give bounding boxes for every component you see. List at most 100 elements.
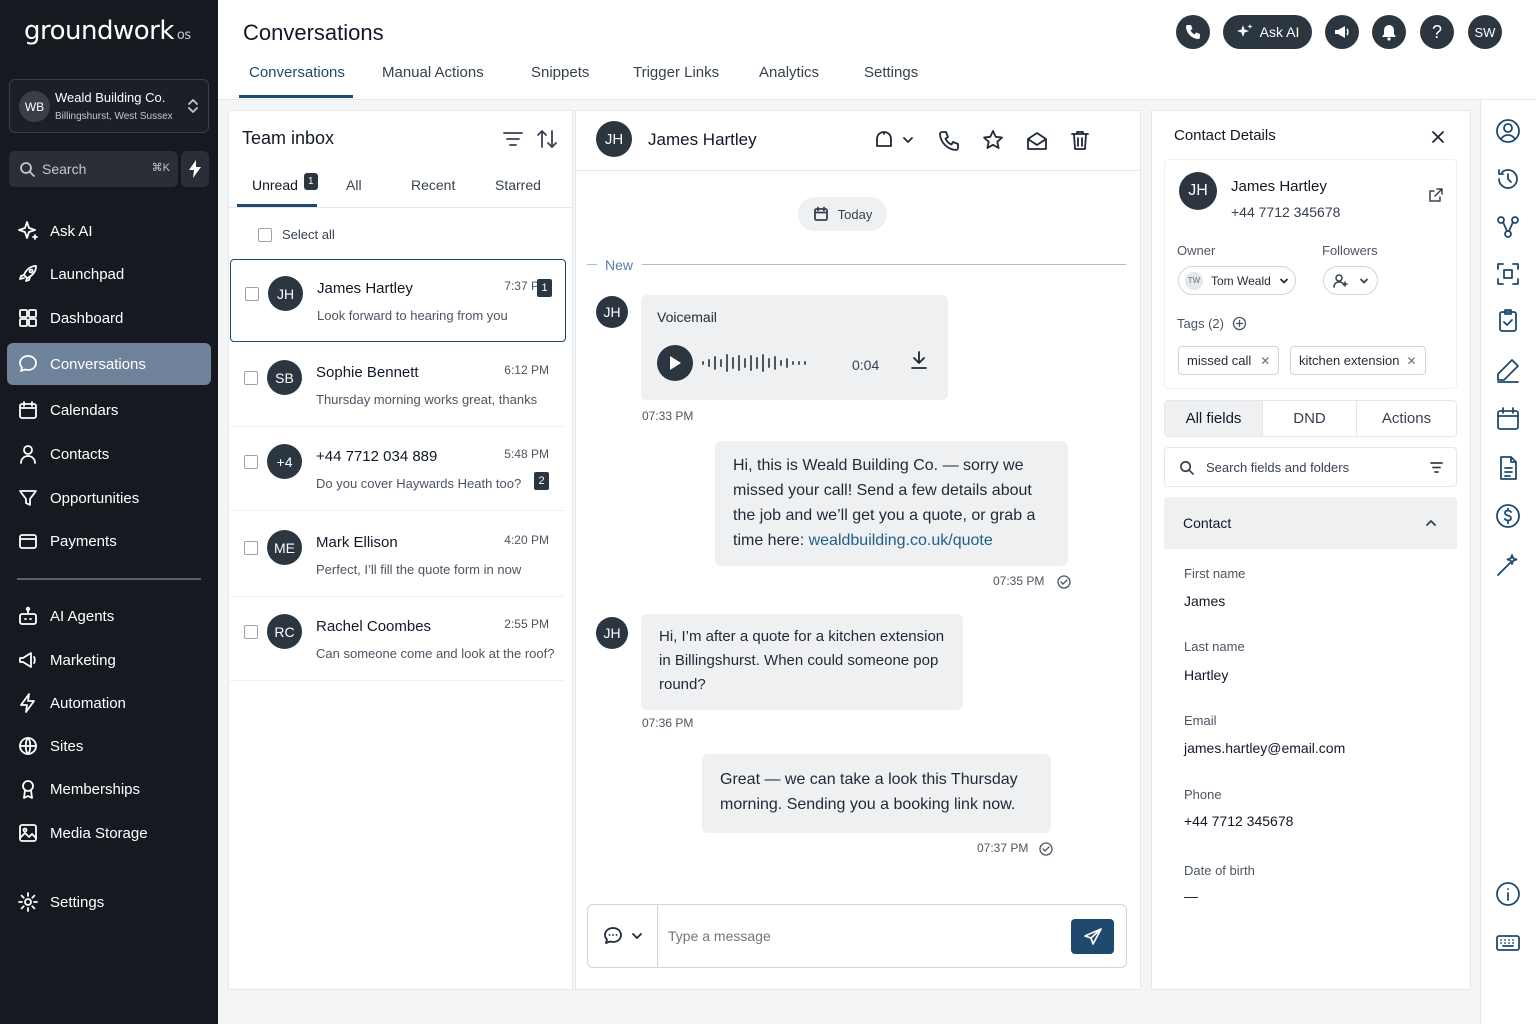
filter-tab-recent[interactable]: Recent: [411, 177, 455, 193]
nav-calendars[interactable]: Calendars: [7, 389, 211, 431]
send-button[interactable]: [1071, 919, 1114, 954]
pen-icon[interactable]: [1495, 357, 1521, 383]
nav-dashboard[interactable]: Dashboard: [7, 297, 211, 339]
calendar-icon[interactable]: [1495, 406, 1521, 432]
field-value[interactable]: james.hartley@email.com: [1184, 740, 1345, 756]
document-icon[interactable]: [1495, 455, 1521, 481]
tags-header: Tags (2): [1177, 316, 1247, 331]
tab-manual-actions[interactable]: Manual Actions: [382, 64, 484, 81]
scan-icon[interactable]: [1495, 261, 1521, 287]
nav-opportunities[interactable]: Opportunities: [7, 477, 211, 519]
help-button[interactable]: ?: [1420, 15, 1454, 49]
keyboard-icon[interactable]: [1495, 930, 1521, 956]
tab-settings[interactable]: Settings: [864, 64, 918, 81]
assign-button[interactable]: [872, 128, 914, 152]
filter-tab-starred[interactable]: Starred: [495, 177, 541, 193]
filter-icon[interactable]: [502, 129, 524, 149]
select-all-checkbox[interactable]: [258, 227, 272, 242]
mail-open-icon[interactable]: [1026, 130, 1048, 152]
announcements-button[interactable]: [1325, 15, 1359, 49]
field-value[interactable]: James: [1184, 593, 1225, 609]
select-all[interactable]: Select all: [258, 227, 335, 242]
download-icon[interactable]: [909, 350, 929, 370]
tab-snippets[interactable]: Snippets: [531, 64, 589, 81]
nav-memberships[interactable]: Memberships: [7, 768, 211, 810]
workflow-icon[interactable]: [1495, 214, 1521, 240]
medal-icon: [22, 780, 34, 799]
star-icon[interactable]: [982, 129, 1004, 151]
channel-selector[interactable]: [588, 905, 658, 967]
fields-search[interactable]: Search fields and folders: [1164, 447, 1457, 487]
play-button[interactable]: [657, 345, 693, 381]
nav-label: Calendars: [50, 401, 119, 419]
phone-button[interactable]: [1176, 15, 1210, 49]
nav-contacts[interactable]: Contacts: [7, 433, 211, 475]
nav-ai-agents[interactable]: AI Agents: [7, 595, 211, 637]
nav-automation[interactable]: Automation: [7, 682, 211, 724]
phone-icon[interactable]: [938, 130, 960, 152]
history-icon[interactable]: [1495, 166, 1521, 192]
tab-trigger-links[interactable]: Trigger Links: [633, 64, 719, 81]
field-value[interactable]: Hartley: [1184, 667, 1228, 683]
conversation-checkbox[interactable]: [245, 287, 259, 301]
select-all-label: Select all: [282, 227, 335, 242]
owner-select[interactable]: TW Tom Weald: [1178, 266, 1296, 295]
conversation-item[interactable]: +4 +44 7712 034 889 Do you cover Hayward…: [230, 428, 565, 511]
info-icon[interactable]: [1495, 881, 1521, 907]
conversation-checkbox[interactable]: [244, 455, 258, 469]
conversation-item[interactable]: ME Mark Ellison Perfect, I’ll fill the q…: [230, 514, 565, 597]
nav-ask-ai[interactable]: Ask AI: [7, 210, 211, 252]
conversation-checkbox[interactable]: [244, 541, 258, 555]
nav-media-storage[interactable]: Media Storage: [7, 812, 211, 854]
trash-icon[interactable]: [1069, 129, 1091, 151]
field-value[interactable]: —: [1184, 888, 1198, 904]
conversation-item[interactable]: JH James Hartley Look forward to hearing…: [230, 259, 566, 342]
filter-tab-unread[interactable]: Unread 1: [252, 173, 318, 196]
magic-wand-icon[interactable]: [1495, 552, 1521, 578]
conversation-checkbox[interactable]: [244, 625, 258, 639]
logo[interactable]: groundwork os: [24, 16, 191, 46]
ask-ai-button[interactable]: Ask AI: [1223, 15, 1312, 49]
sidebar-search[interactable]: Search ⌘K: [9, 151, 178, 187]
conversation-item[interactable]: RC Rachel Coombes Can someone come and l…: [230, 598, 565, 681]
conversation-checkbox[interactable]: [244, 371, 258, 385]
user-avatar[interactable]: SW: [1468, 15, 1502, 49]
conversation-preview: Can someone come and look at the roof?: [316, 646, 555, 661]
section-header[interactable]: Contact: [1164, 497, 1457, 549]
avatar: JH: [1179, 172, 1217, 210]
nav-conversations[interactable]: Conversations: [7, 343, 211, 385]
remove-tag-icon[interactable]: ✕: [1406, 354, 1416, 368]
notifications-button[interactable]: [1372, 15, 1406, 49]
chat-contact-name[interactable]: James Hartley: [648, 130, 757, 150]
message-link[interactable]: wealdbuilding.co.uk/quote: [809, 532, 993, 549]
quick-actions-button[interactable]: [181, 151, 209, 187]
remove-tag-icon[interactable]: ✕: [1260, 354, 1270, 368]
tab-conversations[interactable]: Conversations: [249, 64, 345, 81]
external-link-icon[interactable]: [1428, 187, 1444, 203]
tab-all-fields[interactable]: All fields: [1165, 401, 1263, 436]
filter-tab-all[interactable]: All: [346, 177, 362, 193]
tag-chip[interactable]: kitchen extension ✕: [1290, 346, 1426, 375]
user-circle-icon[interactable]: [1495, 118, 1521, 144]
followers-select[interactable]: [1323, 266, 1378, 295]
close-icon[interactable]: [1431, 130, 1445, 144]
tab-analytics[interactable]: Analytics: [759, 64, 819, 81]
dollar-icon[interactable]: [1495, 503, 1521, 529]
nav-settings[interactable]: Settings: [7, 881, 211, 923]
nav-label: Ask AI: [50, 222, 93, 240]
location-switcher[interactable]: WB Weald Building Co. Billingshurst, Wes…: [9, 79, 209, 133]
nav-sites[interactable]: Sites: [7, 725, 211, 767]
tab-dnd[interactable]: DND: [1263, 401, 1357, 436]
filter-icon[interactable]: [1429, 460, 1444, 475]
nav-marketing[interactable]: Marketing: [7, 639, 211, 681]
field-value[interactable]: +44 7712 345678: [1184, 813, 1293, 829]
message-input[interactable]: [668, 923, 1048, 949]
tag-chip[interactable]: missed call ✕: [1178, 346, 1280, 375]
add-circle-icon[interactable]: [1232, 316, 1247, 331]
nav-payments[interactable]: Payments: [7, 520, 211, 562]
conversation-item[interactable]: SB Sophie Bennett Thursday morning works…: [230, 344, 565, 427]
clipboard-check-icon[interactable]: [1495, 308, 1521, 334]
nav-launchpad[interactable]: Launchpad: [7, 253, 211, 295]
sort-icon[interactable]: [536, 128, 558, 150]
tab-actions[interactable]: Actions: [1357, 401, 1456, 436]
